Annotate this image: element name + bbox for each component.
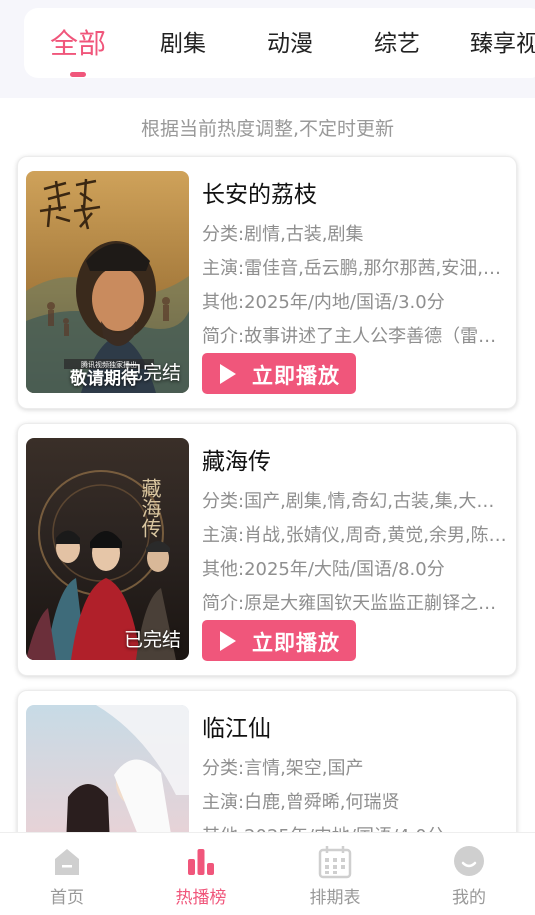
play-icon xyxy=(220,631,236,651)
drama-title[interactable]: 临江仙 xyxy=(202,709,271,743)
tab-variety[interactable]: 综艺 xyxy=(374,24,420,58)
nav-profile[interactable]: 我的 xyxy=(402,833,535,915)
play-icon xyxy=(220,364,236,384)
calendar-icon xyxy=(318,846,352,879)
header-area: 全部 剧集 动漫 综艺 臻享视 xyxy=(0,0,535,98)
play-button-label: 立即播放 xyxy=(252,631,340,655)
active-tab-indicator xyxy=(70,72,86,77)
play-button-label: 立即播放 xyxy=(252,364,340,388)
drama-card[interactable]: 腾讯视频独家播出 已完结 敬请期待 长安的荔枝 分类:剧情,古装,剧集 主演:雷… xyxy=(17,156,517,409)
tab-anime[interactable]: 动漫 xyxy=(267,24,313,58)
drama-intro: 简介:故事讲述了主人公李善德（雷… xyxy=(202,326,497,347)
drama-card[interactable]: 藏海传 已完结 藏海传 分类:国产,剧集,情,奇幻,古装,集,大陆… 主演:肖战… xyxy=(17,423,517,676)
drama-category: 分类:言情,架空,国产 xyxy=(202,758,364,779)
bottom-navigation: 首页 热播榜 排期表 我的 xyxy=(0,832,535,915)
poster-caption: 敬请期待 xyxy=(70,369,138,389)
play-now-button[interactable]: 立即播放 xyxy=(202,353,356,394)
poster-title-art: 藏海传 xyxy=(138,478,162,538)
nav-hot-ranking-label: 热播榜 xyxy=(175,888,227,908)
nav-home-label: 首页 xyxy=(50,888,84,908)
drama-category: 分类:国产,剧集,情,奇幻,古装,集,大陆… xyxy=(202,491,512,512)
play-now-button[interactable]: 立即播放 xyxy=(202,620,356,661)
home-icon xyxy=(55,849,79,875)
app-screen: 全部 剧集 动漫 综艺 臻享视 根据当前热度调整,不定时更新 腾讯视频独家播出 … xyxy=(0,0,535,915)
nav-schedule-label: 排期表 xyxy=(309,888,361,908)
nav-profile-label: 我的 xyxy=(452,888,486,908)
drama-info: 其他:2025年/大陆/国语/8.0分 xyxy=(202,559,445,580)
ranking-hint: 根据当前热度调整,不定时更新 xyxy=(140,118,395,140)
drama-cast: 主演:白鹿,曾舜晞,何瑞贤 xyxy=(202,792,400,813)
drama-category: 分类:剧情,古装,剧集 xyxy=(202,224,364,245)
poster-image[interactable]: 藏海传 已完结 xyxy=(26,438,189,660)
nav-hot-ranking[interactable]: 热播榜 xyxy=(134,833,268,915)
category-tabs: 全部 剧集 动漫 综艺 臻享视 xyxy=(24,8,535,78)
drama-info: 其他:2025年/内地/国语/3.0分 xyxy=(202,292,445,313)
drama-title[interactable]: 长安的荔枝 xyxy=(202,175,317,209)
drama-cast: 主演:肖战,张婧仪,周奇,黄觉,余男,陈… xyxy=(202,525,507,546)
tab-series[interactable]: 剧集 xyxy=(160,24,206,58)
drama-title[interactable]: 藏海传 xyxy=(202,442,271,476)
tab-premium[interactable]: 臻享视 xyxy=(470,24,535,58)
drama-intro: 简介:原是大雍国钦天监监正蒯铎之… xyxy=(202,593,497,614)
nav-schedule[interactable]: 排期表 xyxy=(268,833,402,915)
tab-all[interactable]: 全部 xyxy=(50,22,106,62)
poster-status-label: 已完结 xyxy=(123,629,181,651)
hot-chart-icon xyxy=(188,849,214,875)
nav-home[interactable]: 首页 xyxy=(0,833,134,915)
drama-cast: 主演:雷佳音,岳云鹏,那尔那茜,安沺,… xyxy=(202,258,501,279)
profile-icon xyxy=(454,846,484,876)
poster-image[interactable]: 腾讯视频独家播出 已完结 敬请期待 xyxy=(26,171,189,393)
